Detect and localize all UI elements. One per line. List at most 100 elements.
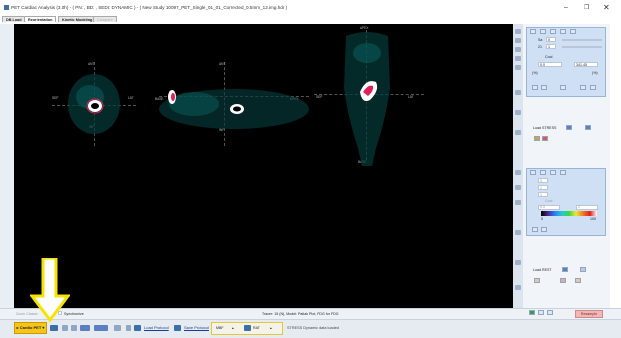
record2-icon[interactable] bbox=[560, 278, 566, 283]
option2-icon[interactable] bbox=[575, 278, 581, 283]
layout-report-icon[interactable] bbox=[94, 325, 108, 331]
layout2-icon[interactable] bbox=[530, 170, 536, 175]
annotation-arrow-icon bbox=[30, 258, 70, 322]
far-right-strip bbox=[610, 24, 621, 308]
option-icon[interactable] bbox=[580, 85, 586, 90]
range2-hi-value: 2 bbox=[578, 205, 580, 209]
grid-icon[interactable] bbox=[540, 29, 546, 34]
tool-icon[interactable] bbox=[515, 285, 521, 290]
grid-tool-icon[interactable] bbox=[114, 325, 121, 331]
species-dropdown-icon[interactable]: ▴ bbox=[270, 326, 272, 330]
color-legend-bar bbox=[541, 211, 597, 216]
tool-icon[interactable] bbox=[515, 110, 521, 115]
layout-icon[interactable] bbox=[530, 29, 536, 34]
close-button[interactable]: ✕ bbox=[603, 3, 610, 12]
load-protocol-icon[interactable] bbox=[134, 325, 141, 331]
reset2-icon[interactable] bbox=[532, 227, 538, 232]
tool-icon[interactable] bbox=[515, 90, 521, 95]
rest-folder-icon[interactable] bbox=[562, 267, 568, 272]
range-hi-value: 341.45 bbox=[576, 63, 587, 67]
species-select[interactable]: RAT bbox=[253, 326, 260, 330]
map2-icon[interactable] bbox=[541, 227, 547, 232]
tool-icon[interactable] bbox=[515, 200, 521, 205]
arrow-icon[interactable] bbox=[50, 325, 58, 331]
load-rest-label[interactable]: Load REST bbox=[533, 268, 552, 272]
view1-scan-image bbox=[68, 74, 120, 134]
map-icon[interactable] bbox=[541, 85, 547, 90]
run-icon[interactable] bbox=[529, 310, 535, 315]
view3-scan-image bbox=[344, 32, 390, 166]
fit-icon[interactable] bbox=[550, 29, 556, 34]
field-a-value: 0 bbox=[548, 38, 550, 42]
pct-left-label: (%) bbox=[532, 71, 538, 75]
sum-icon[interactable] bbox=[534, 136, 540, 141]
tracer-info: Tracer: 15 (N), Model: Patlak Plot, FDG … bbox=[262, 312, 339, 316]
field-a-label: Sa bbox=[538, 38, 543, 42]
reset-icon[interactable] bbox=[532, 85, 538, 90]
species-icon bbox=[244, 325, 251, 331]
print-icon[interactable] bbox=[570, 29, 576, 34]
tool-icon[interactable] bbox=[515, 56, 521, 61]
up-arrow-icon[interactable] bbox=[126, 325, 131, 331]
view2-scan-image bbox=[159, 89, 309, 129]
load-stress-label[interactable]: Load STRESS bbox=[533, 126, 556, 130]
tab-kinetic-modeling[interactable]: Kinetic Modeling bbox=[58, 16, 97, 22]
tool-icon[interactable] bbox=[515, 29, 521, 34]
model-dropdown-icon[interactable]: ▴ bbox=[232, 326, 234, 330]
colormap-select[interactable]: Cool bbox=[545, 55, 552, 59]
refresh-icon[interactable] bbox=[62, 325, 68, 331]
doc-icon[interactable] bbox=[71, 325, 77, 331]
load-protocol-link[interactable]: Load Protocol bbox=[144, 325, 169, 330]
field-a-slider[interactable] bbox=[562, 39, 602, 41]
field-b-slider[interactable] bbox=[562, 46, 602, 48]
tool-icon[interactable] bbox=[515, 260, 521, 265]
tool-icon[interactable] bbox=[515, 230, 521, 235]
model-field[interactable]: MBF bbox=[216, 326, 224, 330]
tab-db-load[interactable]: DB Load bbox=[2, 16, 26, 22]
image-viewer[interactable]: ANT INF SEP LAT ANT INF BASE APEX APEX B… bbox=[14, 24, 513, 308]
tool-icon[interactable] bbox=[515, 38, 521, 43]
range2-lo-value: 0.0 bbox=[540, 205, 545, 209]
view3-left-label: SEP bbox=[316, 95, 323, 99]
cardio-pet-button[interactable]: ▸ Cardio PET ▾ bbox=[14, 322, 47, 334]
sum2-icon[interactable] bbox=[534, 278, 540, 283]
save-protocol-link[interactable]: Save Protocol bbox=[184, 325, 209, 330]
window-title: PET Cardiac Analysis (3.0h) - ( PN: , BD… bbox=[11, 5, 288, 10]
grid2-icon[interactable] bbox=[540, 170, 546, 175]
maximize-button[interactable]: ❐ bbox=[584, 4, 589, 11]
tab-compare[interactable]: Compare bbox=[93, 16, 117, 22]
contour-icon[interactable] bbox=[590, 85, 596, 90]
tool-icon[interactable] bbox=[515, 170, 521, 175]
save2-icon[interactable] bbox=[560, 170, 566, 175]
fit2-icon[interactable] bbox=[550, 170, 556, 175]
rest-save-icon[interactable] bbox=[580, 267, 586, 272]
legend-high-tick: 100 bbox=[590, 217, 596, 221]
help-icon[interactable] bbox=[547, 310, 553, 315]
view1-right-label: LAT bbox=[128, 96, 134, 100]
resample-button[interactable]: Resample bbox=[575, 310, 603, 318]
apply-icon[interactable] bbox=[560, 85, 566, 90]
field-d-value: 1 bbox=[540, 186, 542, 190]
range-lo-value: 0.0 bbox=[540, 63, 545, 67]
stress-save-icon[interactable] bbox=[585, 125, 591, 130]
tool-icon[interactable] bbox=[515, 185, 521, 190]
record-icon[interactable] bbox=[542, 136, 548, 141]
field-b-label: 21 bbox=[538, 45, 542, 49]
tab-reorientation[interactable]: Reorientation bbox=[24, 16, 57, 22]
status-message: STRESS Dynamic data loaded bbox=[287, 326, 339, 330]
tool-icon[interactable] bbox=[515, 65, 521, 70]
save-protocol-icon[interactable] bbox=[174, 325, 181, 331]
view3-right-label: LAT bbox=[408, 95, 414, 99]
config-icon[interactable] bbox=[538, 310, 544, 315]
tool-icon[interactable] bbox=[515, 130, 521, 135]
stress-folder-icon[interactable] bbox=[566, 125, 572, 130]
colormap2-select[interactable]: Cool bbox=[545, 199, 552, 203]
tool-icon[interactable] bbox=[515, 47, 521, 52]
field-b-value: 1 bbox=[548, 45, 550, 49]
view2-top-label: ANT bbox=[219, 62, 226, 66]
legend-low-tick: 0 bbox=[541, 217, 543, 221]
report-icon[interactable] bbox=[80, 325, 90, 331]
field-e-value: 1 bbox=[540, 193, 542, 197]
save-icon[interactable] bbox=[560, 29, 566, 34]
minimize-button[interactable]: – bbox=[564, 4, 568, 11]
